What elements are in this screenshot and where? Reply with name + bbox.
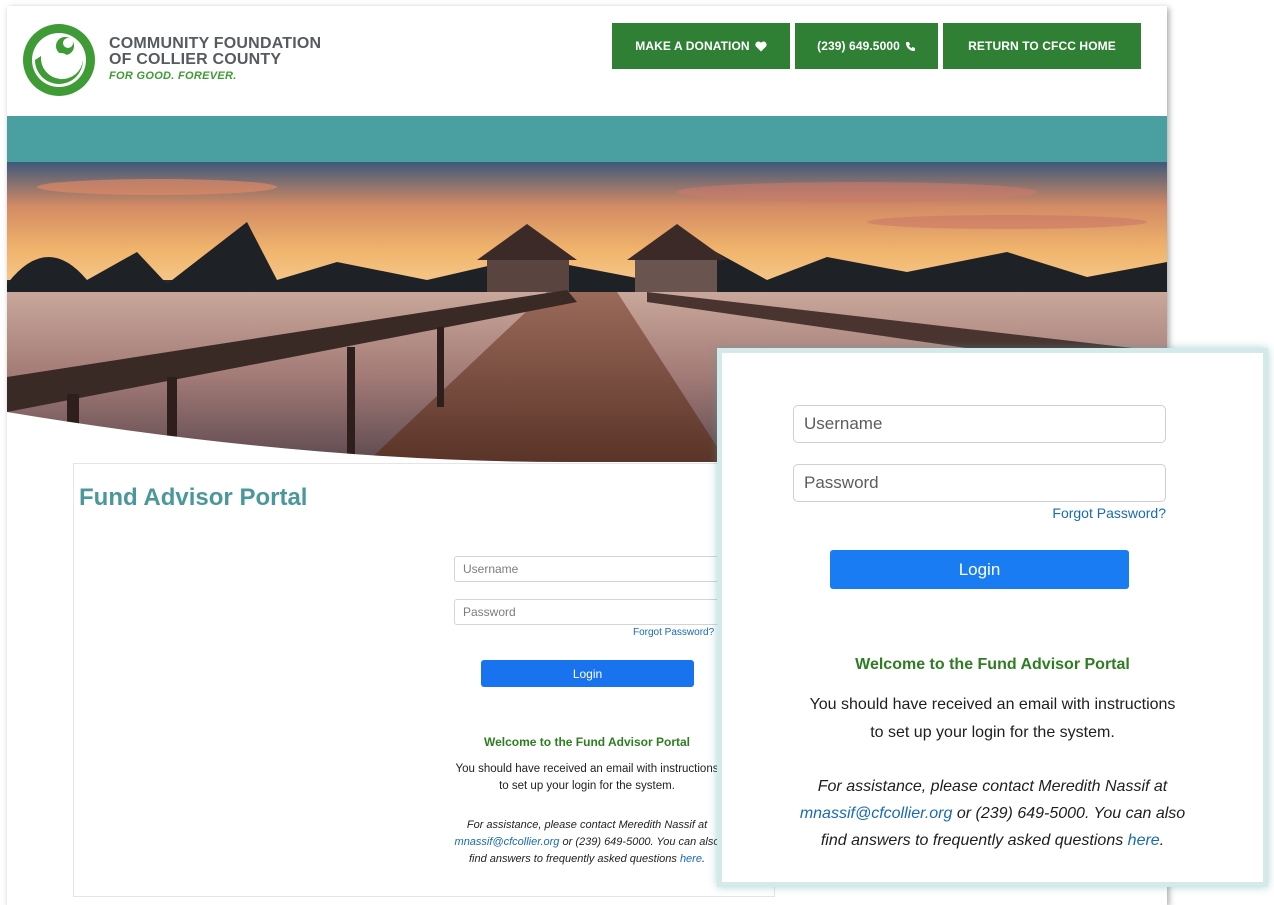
org-tagline: FOR GOOD. FOREVER.: [109, 70, 237, 82]
zoom-login-button[interactable]: Login: [830, 550, 1129, 589]
forgot-password-link[interactable]: Forgot Password?: [633, 627, 714, 638]
org-name-line2: OF COLLIER COUNTY: [109, 51, 282, 68]
password-input[interactable]: [454, 599, 720, 625]
phone-label: (239) 649.5000: [817, 39, 900, 53]
phone-button[interactable]: (239) 649.5000: [795, 23, 938, 69]
zoom-welcome-message-line1: You should have received an email with i…: [809, 696, 1176, 713]
phone-icon: [905, 41, 916, 52]
welcome-heading: Welcome to the Fund Advisor Portal: [483, 735, 691, 749]
assist-pre: For assistance, please contact Meredith …: [466, 819, 708, 831]
assist-email-link[interactable]: mnassif@cfcollier.org: [455, 836, 560, 848]
donate-button[interactable]: MAKE A DONATION: [612, 23, 790, 69]
logo-swirl-icon[interactable]: [21, 22, 97, 98]
return-home-label: RETURN TO CFCC HOME: [968, 39, 1116, 53]
zoom-assist-post: find answers to frequently asked questio…: [820, 832, 1128, 849]
zoom-password-input[interactable]: [793, 464, 1166, 502]
zoom-assist-pre: For assistance, please contact Meredith …: [817, 778, 1168, 795]
zoom-username-input[interactable]: [793, 405, 1166, 443]
zoom-assist-mid: or (239) 649-5000. You can also: [952, 805, 1186, 822]
return-home-button[interactable]: RETURN TO CFCC HOME: [943, 23, 1141, 69]
username-input[interactable]: [454, 556, 720, 582]
assist-post: find answers to frequently asked questio…: [468, 853, 680, 865]
site-header: COMMUNITY FOUNDATION OF COLLIER COUNTY F…: [7, 6, 1167, 116]
zoom-welcome-heading: Welcome to the Fund Advisor Portal: [855, 656, 1130, 673]
zoom-forgot-password-link[interactable]: Forgot Password?: [1052, 505, 1166, 521]
zoom-welcome-message-line2: to set up your login for the system.: [870, 724, 1115, 741]
page-title: Fund Advisor Portal: [79, 484, 308, 511]
zoom-assist-email-link[interactable]: mnassif@cfcollier.org: [800, 805, 953, 822]
zoomed-login-panel: Forgot Password? Login Welcome to the Fu…: [717, 348, 1268, 887]
login-button[interactable]: Login: [481, 660, 694, 687]
assist-end: .: [701, 853, 706, 865]
zoom-assistance-text: For assistance, please contact Meredith …: [752, 773, 1233, 854]
faq-here-link[interactable]: here: [680, 853, 702, 865]
welcome-message-line1: You should have received an email with i…: [455, 763, 719, 775]
org-name[interactable]: COMMUNITY FOUNDATION OF COLLIER COUNTY F…: [109, 36, 321, 83]
teal-band: [7, 116, 1167, 162]
welcome-message-line2: to set up your login for the system.: [499, 780, 675, 792]
zoom-welcome-message: You should have received an email with i…: [762, 691, 1223, 747]
heart-icon: [755, 41, 767, 52]
zoom-faq-here-link[interactable]: here: [1128, 832, 1160, 849]
assist-mid: or (239) 649-5000. You can also: [559, 836, 720, 848]
assistance-text: For assistance, please contact Meredith …: [427, 817, 747, 868]
donate-label: MAKE A DONATION: [635, 39, 750, 53]
zoom-assist-end: .: [1159, 832, 1165, 849]
org-name-line1: COMMUNITY FOUNDATION: [109, 35, 322, 52]
welcome-message: You should have received an email with i…: [427, 761, 747, 795]
